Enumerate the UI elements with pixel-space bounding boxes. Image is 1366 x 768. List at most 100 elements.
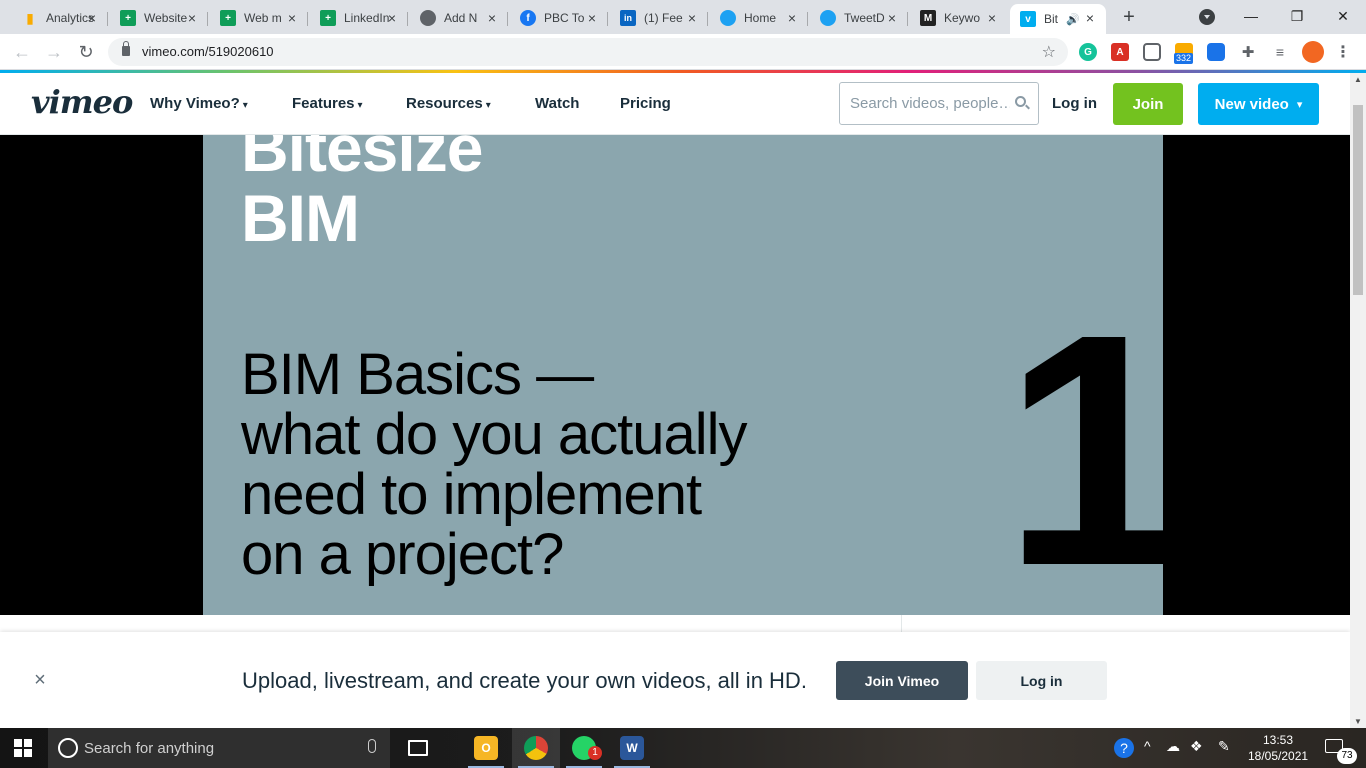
taskbar-clock[interactable]: 13:53 18/05/2021	[1248, 732, 1308, 764]
tab-web[interactable]: + Web m ×	[210, 4, 308, 32]
close-tab-icon[interactable]: ×	[984, 10, 1000, 26]
header-join-button[interactable]: Join	[1113, 83, 1183, 125]
video-frame[interactable]: Bitesize BIM BIM Basics — what do you ac…	[203, 135, 1163, 615]
taskbar-chrome[interactable]	[512, 728, 560, 768]
tab-facebook[interactable]: f PBC To ×	[510, 4, 608, 32]
tab-analytics[interactable]: ▮ Analytics ×	[12, 4, 108, 32]
dropbox-icon[interactable]: ❖	[1190, 738, 1203, 755]
vimeo-logo[interactable]: vimeo	[31, 83, 133, 121]
sheets-icon: +	[220, 10, 236, 26]
url-text[interactable]: vimeo.com/519020610	[142, 44, 274, 59]
nav-pricing[interactable]: Pricing	[620, 95, 671, 112]
vimeo-search-box[interactable]	[839, 82, 1039, 125]
tab-vimeo-active[interactable]: v Bit 🔊 ×	[1010, 4, 1106, 34]
vimeo-search-input[interactable]	[840, 83, 1010, 124]
taskbar-outlook[interactable]: O	[462, 728, 510, 768]
tab-linkedin-sheet[interactable]: + LinkedIn ×	[310, 4, 408, 32]
moz-icon: M	[920, 10, 936, 26]
cloud-icon[interactable]: ☁	[1166, 738, 1180, 755]
scroll-up-icon[interactable]: ▲	[1354, 75, 1362, 84]
speaker-icon[interactable]: 🔊	[1066, 13, 1080, 26]
lock-icon[interactable]	[122, 41, 130, 56]
header-login-link[interactable]: Log in	[1052, 95, 1097, 112]
episode-number: 1	[1003, 265, 1163, 615]
vimeo-header: vimeo Why Vimeo? ▾ Features ▾ Resources ▾ W…	[0, 73, 1350, 135]
close-tab-icon[interactable]: ×	[84, 10, 100, 26]
media-controls-icon[interactable]: ≡	[1271, 43, 1289, 61]
twitter-icon	[820, 10, 836, 26]
chevron-down-icon: ▾	[1296, 98, 1303, 111]
page-scrollbar[interactable]: ▲ ▼	[1350, 73, 1366, 728]
close-banner-icon[interactable]: ×	[30, 670, 50, 690]
cortana-icon	[58, 738, 78, 758]
close-tab-icon[interactable]: ×	[184, 10, 200, 26]
scroll-down-icon[interactable]: ▼	[1354, 717, 1362, 726]
task-view-icon[interactable]	[394, 728, 442, 768]
nav-resources[interactable]: Resources ▾	[406, 95, 491, 112]
tab-add[interactable]: Add N ×	[410, 4, 508, 32]
tab-tweetdeck[interactable]: TweetD ×	[810, 4, 908, 32]
taskbar-search[interactable]: Search for anything	[48, 728, 390, 768]
chevron-down-icon: ▾	[485, 100, 491, 111]
twitter-icon	[720, 10, 736, 26]
search-icon[interactable]	[1015, 96, 1026, 107]
close-tab-icon[interactable]: ×	[484, 10, 500, 26]
grammarly-icon[interactable]: G	[1079, 43, 1097, 61]
join-vimeo-button[interactable]: Join Vimeo	[836, 661, 968, 700]
help-icon[interactable]: ?	[1114, 738, 1134, 758]
video-series-title: Bitesize BIM	[241, 135, 483, 255]
extensions-puzzle-icon[interactable]: ✚	[1239, 43, 1257, 61]
chevron-down-icon: ▾	[242, 100, 248, 111]
close-window-button[interactable]: ✕	[1320, 0, 1366, 32]
address-bar[interactable]: vimeo.com/519020610 ☆	[108, 38, 1068, 66]
tab-website[interactable]: + Website ×	[110, 4, 208, 32]
bookmark-ext-icon[interactable]	[1207, 43, 1225, 61]
menu-kebab-icon[interactable]: ⋮	[1334, 43, 1352, 61]
tab-keywords[interactable]: M Keywo ×	[910, 4, 1008, 32]
notification-count: 73	[1337, 748, 1357, 764]
new-video-button[interactable]: New video ▾	[1198, 83, 1319, 125]
pen-icon[interactable]: ✎	[1218, 738, 1230, 755]
outlook-icon: O	[474, 736, 498, 760]
microphone-icon[interactable]	[368, 739, 376, 753]
pdf-icon[interactable]: A	[1111, 43, 1129, 61]
close-tab-icon[interactable]: ×	[884, 10, 900, 26]
back-icon[interactable]: ←	[12, 42, 32, 62]
close-tab-icon[interactable]: ×	[784, 10, 800, 26]
content-divider	[901, 615, 902, 633]
pocket-icon[interactable]	[1143, 43, 1161, 61]
chevron-down-icon: ▾	[357, 100, 363, 111]
video-player[interactable]: Bitesize BIM BIM Basics — what do you ac…	[0, 135, 1350, 615]
restore-button[interactable]: ❐	[1274, 0, 1320, 32]
close-tab-icon[interactable]: ×	[684, 10, 700, 26]
bookmark-star-icon[interactable]: ☆	[1042, 42, 1056, 62]
forward-icon[interactable]: →	[44, 42, 64, 62]
scrollbar-thumb[interactable]	[1353, 105, 1363, 295]
nav-why-vimeo[interactable]: Why Vimeo? ▾	[150, 95, 248, 112]
analytics-icon: ▮	[26, 9, 34, 26]
taskbar-whatsapp[interactable]: 1	[560, 728, 608, 768]
close-tab-icon[interactable]: ×	[584, 10, 600, 26]
tab-search-icon[interactable]	[1199, 9, 1215, 25]
tab-twitter-home[interactable]: Home ×	[710, 4, 808, 32]
windows-start-icon[interactable]	[14, 739, 32, 757]
nav-features[interactable]: Features ▾	[292, 95, 363, 112]
taskbar-word[interactable]: W	[608, 728, 656, 768]
banner-text: Upload, livestream, and create your own …	[242, 668, 807, 693]
minimize-button[interactable]: —	[1228, 0, 1274, 32]
banner-login-button[interactable]: Log in	[976, 661, 1107, 700]
close-tab-icon[interactable]: ×	[1082, 10, 1098, 26]
word-icon: W	[620, 736, 644, 760]
extension-count-badge: 332	[1174, 53, 1194, 64]
close-tab-icon[interactable]: ×	[284, 10, 300, 26]
nav-watch[interactable]: Watch	[535, 95, 579, 112]
sheets-icon: +	[120, 10, 136, 26]
tab-linkedin-feed[interactable]: in (1) Fee ×	[610, 4, 708, 32]
chrome-icon	[524, 736, 548, 760]
reload-icon[interactable]: ↻	[76, 42, 96, 62]
facebook-icon: f	[520, 10, 536, 26]
new-tab-button[interactable]: +	[1118, 6, 1140, 28]
close-tab-icon[interactable]: ×	[384, 10, 400, 26]
profile-avatar[interactable]	[1302, 41, 1324, 63]
chevron-up-icon[interactable]: ^	[1144, 738, 1151, 754]
